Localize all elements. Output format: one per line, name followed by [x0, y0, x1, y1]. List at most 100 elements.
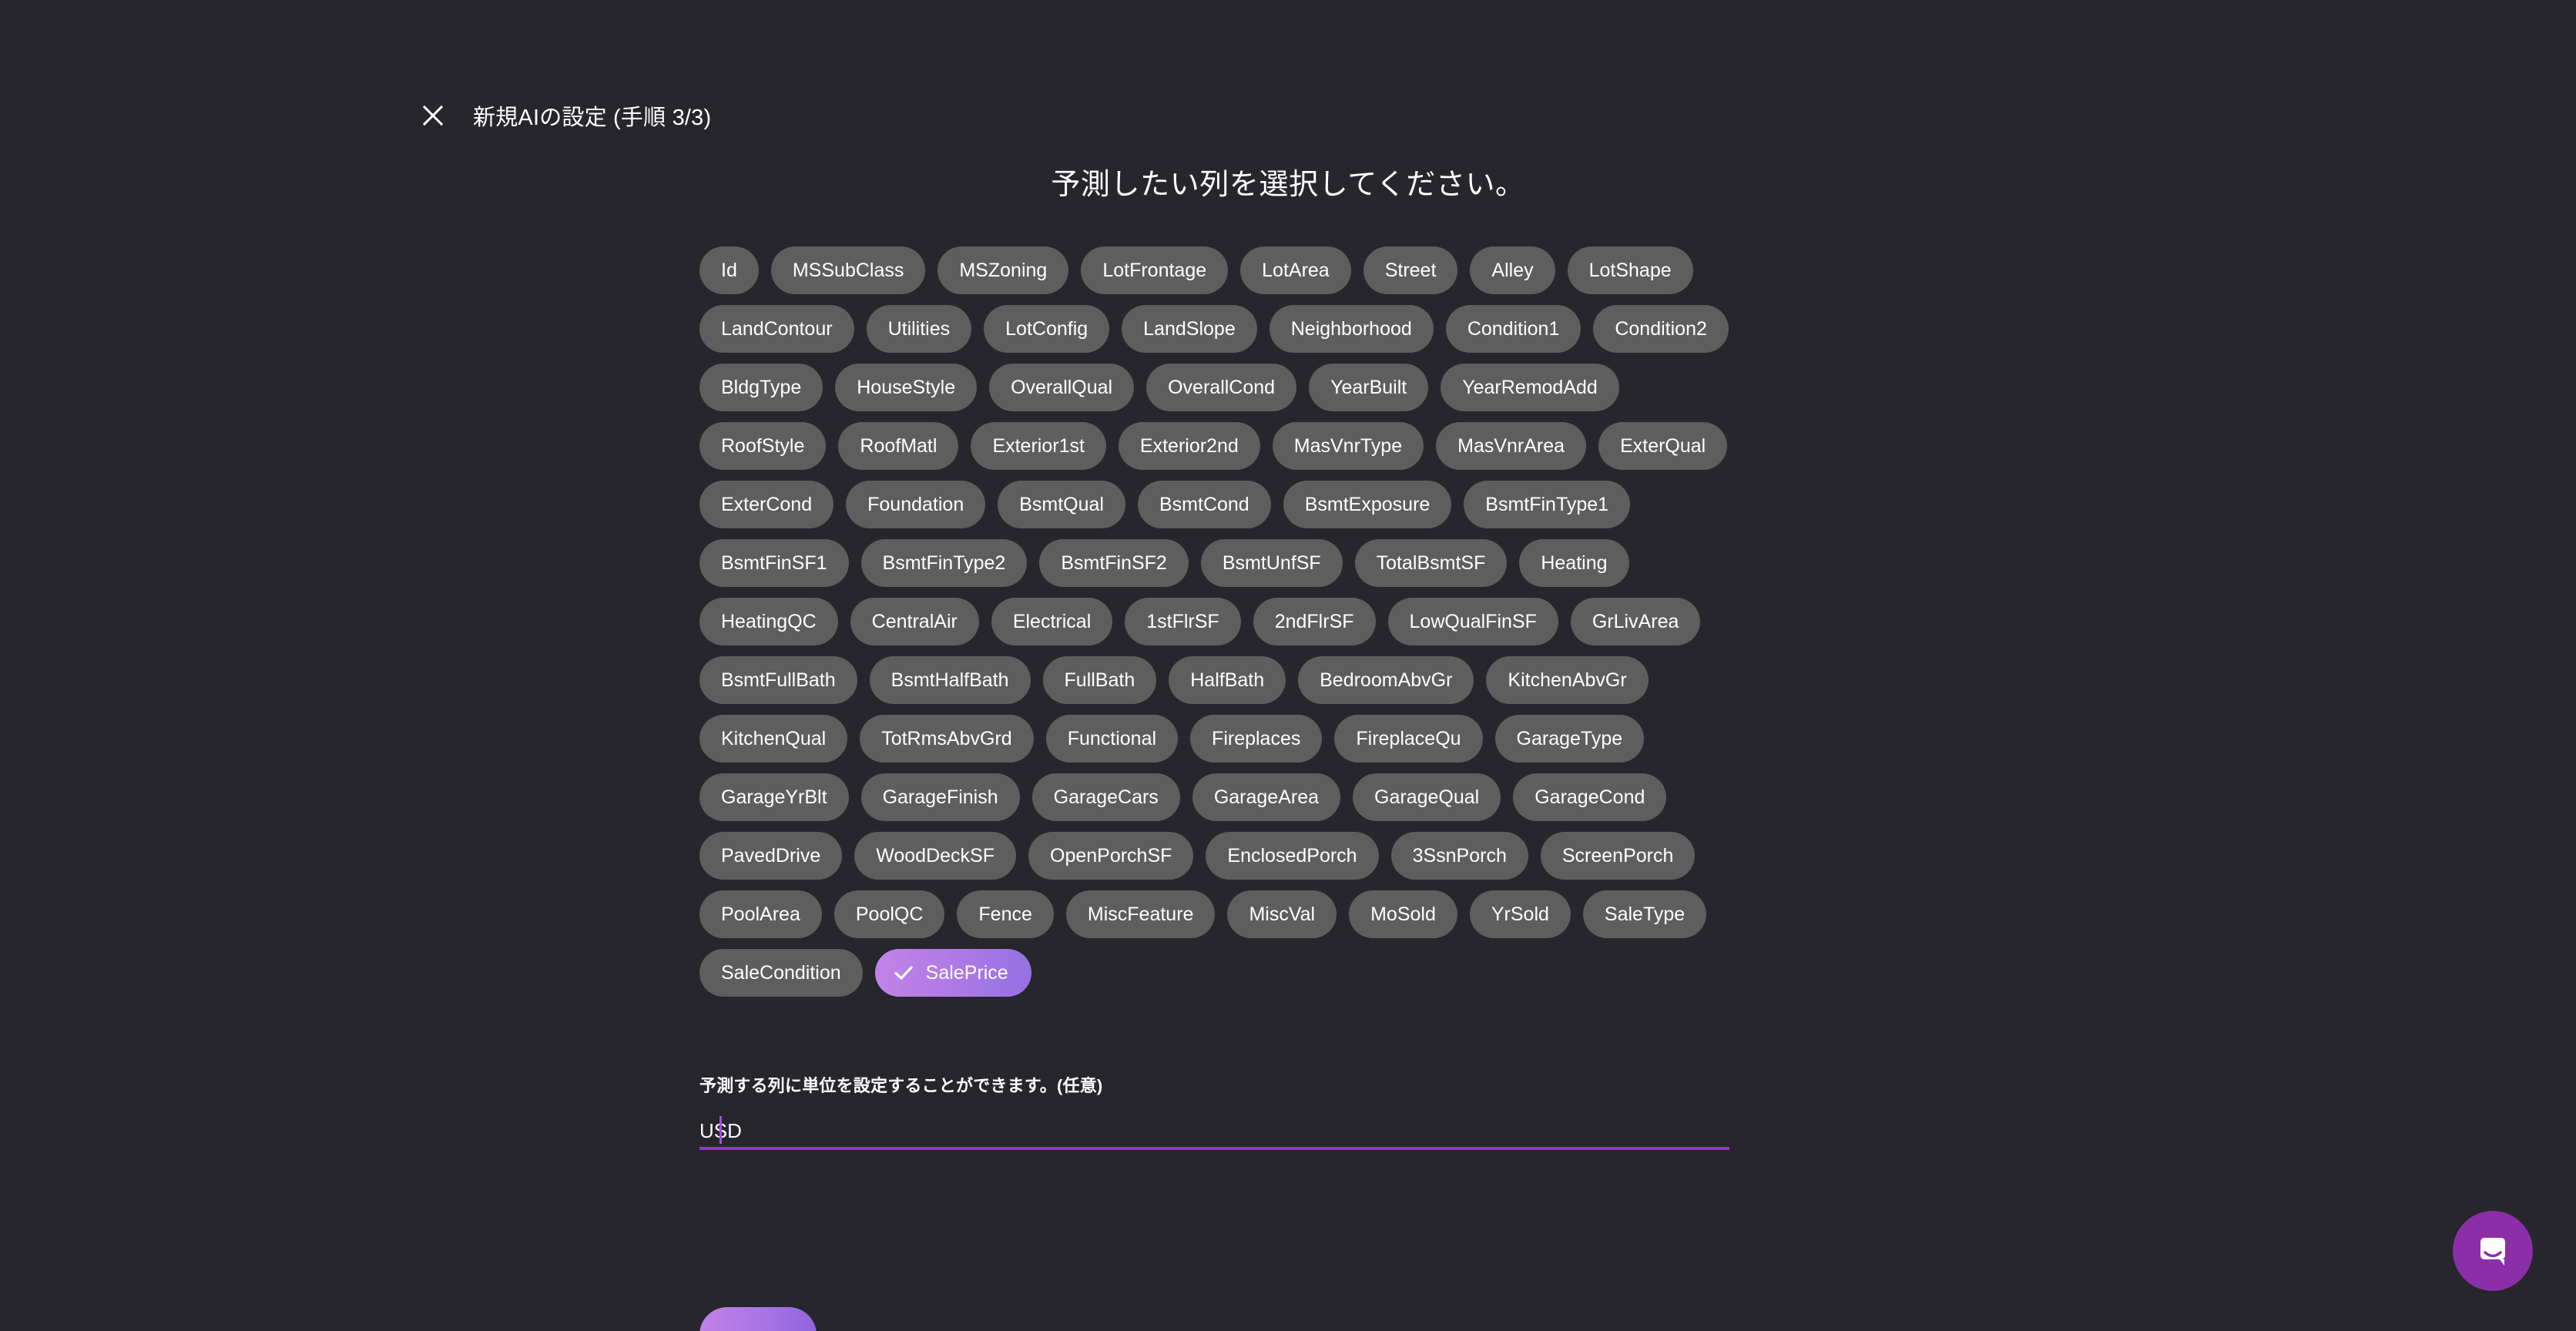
column-chip[interactable]: Condition1	[1445, 305, 1581, 353]
column-chip[interactable]: OverallQual	[989, 364, 1135, 411]
column-chip[interactable]: MasVnrType	[1272, 422, 1424, 470]
column-chip[interactable]: PavedDrive	[699, 832, 843, 880]
column-chip[interactable]: PoolArea	[699, 890, 822, 938]
column-chip-label: MiscFeature	[1087, 903, 1194, 925]
column-chip[interactable]: GarageCars	[1031, 773, 1180, 821]
column-chip[interactable]: CentralAir	[850, 598, 979, 645]
column-chip[interactable]: PoolQC	[834, 890, 945, 938]
column-chip[interactable]: MoSold	[1349, 890, 1457, 938]
column-chip[interactable]: Alley	[1470, 246, 1555, 294]
column-chip[interactable]: LowQualFinSF	[1387, 598, 1558, 645]
column-chip[interactable]: 2ndFlrSF	[1253, 598, 1376, 645]
column-chip[interactable]: MasVnrArea	[1436, 422, 1587, 470]
column-chip-label: KitchenAbvGr	[1508, 669, 1627, 691]
column-chip[interactable]: KitchenQual	[699, 715, 848, 763]
column-chip[interactable]: Heating	[1519, 539, 1629, 587]
submit-button[interactable]	[699, 1307, 817, 1331]
column-chip[interactable]: GarageType	[1494, 715, 1645, 763]
column-chip[interactable]: BsmtExposure	[1283, 481, 1452, 528]
column-chip-selected[interactable]: SalePrice	[874, 949, 1031, 997]
column-chip-label: FireplaceQu	[1356, 727, 1461, 749]
column-chip[interactable]: BsmtFinType1	[1464, 481, 1631, 528]
column-chip[interactable]: MiscFeature	[1065, 890, 1216, 938]
column-chip[interactable]: WoodDeckSF	[854, 832, 1016, 880]
text-cursor	[719, 1115, 722, 1144]
column-chip[interactable]: KitchenAbvGr	[1486, 656, 1649, 704]
column-chip[interactable]: BsmtUnfSF	[1200, 539, 1343, 587]
column-chip[interactable]: Functional	[1045, 715, 1179, 763]
column-chip[interactable]: BedroomAbvGr	[1298, 656, 1474, 704]
column-chip-label: BsmtHalfBath	[891, 669, 1009, 691]
column-chip[interactable]: Neighborhood	[1269, 305, 1434, 353]
column-chip[interactable]: GrLivArea	[1570, 598, 1701, 645]
chat-launcher-button[interactable]	[2453, 1211, 2533, 1291]
column-chip[interactable]: LotArea	[1240, 246, 1351, 294]
column-chip[interactable]: Utilities	[866, 305, 972, 353]
column-chip[interactable]: GarageYrBlt	[699, 773, 849, 821]
column-chip[interactable]: LotConfig	[984, 305, 1110, 353]
column-chip[interactable]: Exterior1st	[971, 422, 1106, 470]
column-chip[interactable]: MSZoning	[937, 246, 1069, 294]
column-chip[interactable]: Street	[1363, 246, 1458, 294]
column-chip[interactable]: BsmtFinType2	[860, 539, 1028, 587]
column-chip[interactable]: 1stFlrSF	[1125, 598, 1241, 645]
column-chip[interactable]: OverallCond	[1146, 364, 1297, 411]
column-chip[interactable]: EnclosedPorch	[1206, 832, 1379, 880]
column-chip[interactable]: LandContour	[699, 305, 854, 353]
dialog-title: 新規AIの設定 (手順 3/3)	[473, 106, 712, 130]
column-chip[interactable]: OpenPorchSF	[1028, 832, 1194, 880]
column-chip-label: PavedDrive	[721, 844, 821, 867]
column-chip[interactable]: RoofStyle	[699, 422, 827, 470]
column-chip[interactable]: Condition2	[1593, 305, 1729, 353]
column-chip[interactable]: BsmtHalfBath	[869, 656, 1031, 704]
unit-input[interactable]	[699, 1114, 1729, 1147]
column-chip[interactable]: HouseStyle	[835, 364, 978, 411]
column-chip[interactable]: SaleType	[1582, 890, 1707, 938]
unit-input-wrapper[interactable]	[699, 1114, 1729, 1150]
column-chip[interactable]: ScreenPorch	[1540, 832, 1696, 880]
column-chip-label: LotArea	[1262, 259, 1330, 281]
column-chip[interactable]: BsmtQual	[998, 481, 1125, 528]
column-chip[interactable]: BsmtFinSF1	[699, 539, 849, 587]
column-chip-label: 2ndFlrSF	[1274, 610, 1354, 632]
column-chip[interactable]: YearRemodAdd	[1441, 364, 1619, 411]
column-chip[interactable]: GarageArea	[1192, 773, 1341, 821]
column-chip[interactable]: FireplaceQu	[1334, 715, 1483, 763]
column-chip[interactable]: BsmtCond	[1138, 481, 1271, 528]
column-chip-label: GarageArea	[1213, 786, 1320, 808]
column-chip[interactable]: Id	[699, 246, 759, 294]
column-chip[interactable]: Fence	[957, 890, 1054, 938]
column-chip[interactable]: GarageCond	[1513, 773, 1667, 821]
column-chip[interactable]: ExterQual	[1598, 422, 1728, 470]
column-chip[interactable]: RoofMatl	[838, 422, 959, 470]
column-chip[interactable]: BsmtFinSF2	[1039, 539, 1189, 587]
column-chip[interactable]: HalfBath	[1169, 656, 1286, 704]
column-chip[interactable]: 3SsnPorch	[1390, 832, 1528, 880]
column-chip[interactable]: GarageFinish	[860, 773, 1020, 821]
column-chip[interactable]: Exterior2nd	[1118, 422, 1260, 470]
close-button[interactable]	[416, 99, 450, 132]
column-chip[interactable]: LandSlope	[1122, 305, 1257, 353]
column-chip[interactable]: ExterCond	[699, 481, 834, 528]
column-chip[interactable]: Foundation	[846, 481, 986, 528]
column-chip[interactable]: YrSold	[1469, 890, 1571, 938]
column-chip[interactable]: TotalBsmtSF	[1354, 539, 1508, 587]
column-chip[interactable]: LotShape	[1567, 246, 1693, 294]
column-chip[interactable]: Fireplaces	[1190, 715, 1323, 763]
column-chip-label: Fence	[978, 903, 1032, 925]
column-chip[interactable]: MiscVal	[1227, 890, 1337, 938]
column-chip[interactable]: YearBuilt	[1309, 364, 1429, 411]
column-chip[interactable]: SaleCondition	[699, 949, 863, 997]
column-chip[interactable]: Electrical	[991, 598, 1113, 645]
column-chip[interactable]: LotFrontage	[1081, 246, 1229, 294]
column-chip[interactable]: TotRmsAbvGrd	[860, 715, 1034, 763]
column-chip-label: ExterCond	[721, 493, 813, 515]
column-chip[interactable]: MSSubClass	[770, 246, 926, 294]
column-chip[interactable]: HeatingQC	[699, 598, 838, 645]
column-chip[interactable]: BsmtFullBath	[699, 656, 857, 704]
column-chip[interactable]: FullBath	[1042, 656, 1157, 704]
column-chip-label: Condition1	[1467, 317, 1560, 340]
column-chip[interactable]: GarageQual	[1353, 773, 1501, 821]
column-chip[interactable]: BldgType	[699, 364, 823, 411]
column-chip-label: BsmtCond	[1159, 493, 1249, 515]
